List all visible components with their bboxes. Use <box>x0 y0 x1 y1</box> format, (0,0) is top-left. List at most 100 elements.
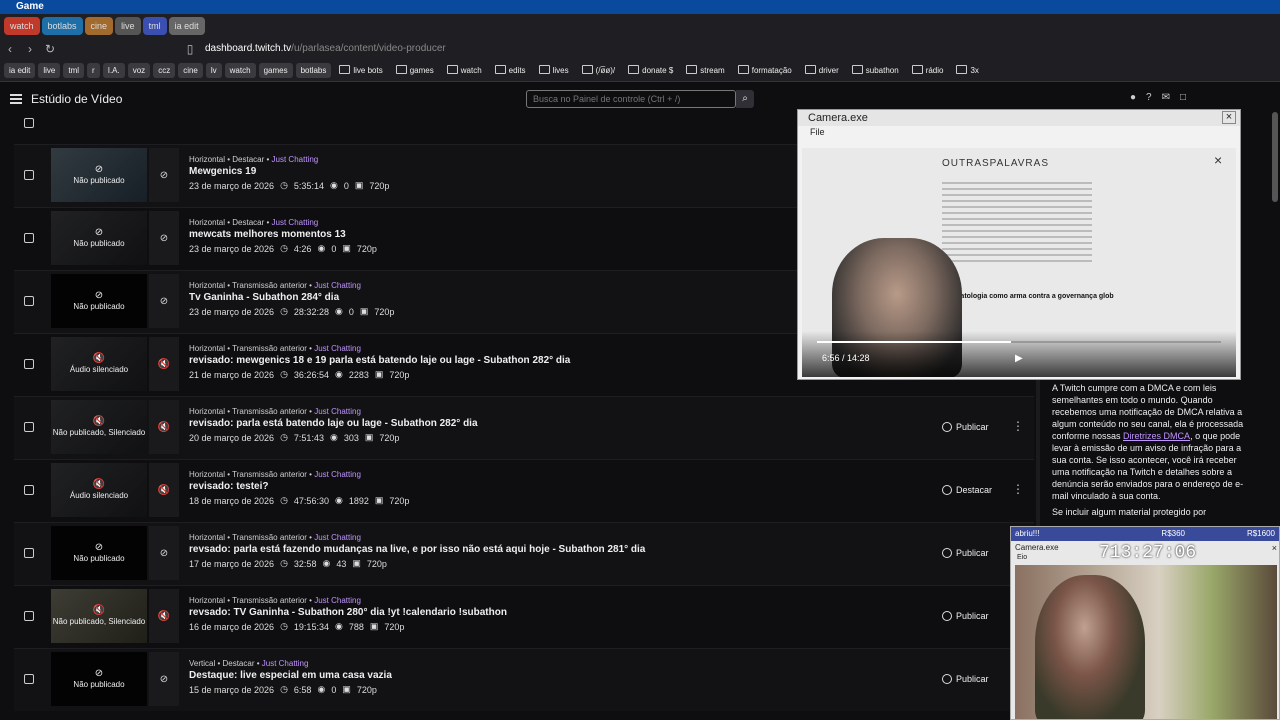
publicar-button[interactable]: Publicar <box>942 545 989 561</box>
row-checkbox[interactable] <box>24 233 34 243</box>
close-icon[interactable]: × <box>1222 111 1236 124</box>
close-icon[interactable]: × <box>1214 152 1222 168</box>
video-thumbnail[interactable]: 🔇 Áudio silenciado <box>51 337 147 391</box>
bookmark-19[interactable]: stream <box>681 63 729 78</box>
tab-4[interactable]: tml <box>142 17 167 35</box>
row-checkbox[interactable] <box>24 611 34 621</box>
close-icon[interactable]: × <box>1272 543 1277 553</box>
publicar-button[interactable]: Publicar <box>942 671 989 687</box>
select-all-checkbox[interactable] <box>24 118 34 128</box>
video-thumbnail[interactable]: ⊘ Não publicado <box>51 148 147 202</box>
bookmark-0[interactable]: ia edit <box>4 63 36 78</box>
bookmark-icon[interactable]: ▯ <box>180 42 200 56</box>
bookmark-11[interactable]: botlabs <box>295 63 332 78</box>
category-link[interactable]: Just Chatting <box>272 218 319 227</box>
video-title[interactable]: revisado: parla está batendo laje ou lag… <box>189 418 909 429</box>
publicar-button[interactable]: Publicar <box>942 419 989 435</box>
category-link[interactable]: Just Chatting <box>314 533 361 542</box>
camera2-menu[interactable]: Eio <box>1017 554 1027 561</box>
publicar-button[interactable]: Publicar <box>942 608 989 624</box>
video-thumbnail[interactable]: 🔇 Não publicado, Silenciado <box>51 400 147 454</box>
camera-window-2[interactable]: abriu!!! R$360 R$1600 Camera.exe × Eio 713… <box>1010 526 1280 720</box>
bookmark-12[interactable]: live bots <box>334 63 387 78</box>
table-row[interactable]: ⊘ Não publicado ⊘ Vertical • Destacar • Jus… <box>14 648 1034 711</box>
bookmark-21[interactable]: driver <box>800 63 844 78</box>
category-link[interactable]: Just Chatting <box>314 281 361 290</box>
help-icon[interactable]: ? <box>1146 92 1152 103</box>
tab-3[interactable]: live <box>115 17 141 35</box>
camera-window-1[interactable]: Camera.exe × File OUTRASPALAVRAS A escato… <box>797 109 1241 380</box>
table-row[interactable]: ⊘ Não publicado ⊘ Horizontal • Transmissão … <box>14 522 1034 585</box>
destacar-button[interactable]: Destacar <box>942 482 992 498</box>
row-checkbox[interactable] <box>24 548 34 558</box>
reload-icon[interactable]: ↻ <box>40 42 60 56</box>
video-thumbnail[interactable]: 🔇 Áudio silenciado <box>51 463 147 517</box>
mail-icon[interactable]: ✉ <box>1162 92 1170 103</box>
tab-1[interactable]: botlabs <box>41 17 83 35</box>
more-options-icon[interactable]: ⋮ <box>1012 482 1024 496</box>
bookmark-18[interactable]: donate $ <box>623 63 678 78</box>
bookmark-3[interactable]: r <box>87 63 100 78</box>
video-thumbnail[interactable]: ⊘ Não publicado <box>51 274 147 328</box>
dmca-link[interactable]: Diretrizes DMCA <box>1123 431 1190 441</box>
category-link[interactable]: Just Chatting <box>314 344 361 353</box>
video-thumbnail[interactable]: 🔇 Não publicado, Silenciado <box>51 589 147 643</box>
video-title[interactable]: revisado: testei? <box>189 481 909 492</box>
url-field[interactable]: dashboard.twitch.tv/u/parlasea/content/v… <box>205 41 825 57</box>
table-row[interactable]: 🔇 Não publicado, Silenciado 🔇 Horizontal • … <box>14 396 1034 459</box>
video-thumbnail[interactable]: ⊘ Não publicado <box>51 652 147 706</box>
category-link[interactable]: Just Chatting <box>314 470 361 479</box>
bookmark-17[interactable]: (/ø̅ø)/ <box>577 63 621 78</box>
bookmark-16[interactable]: lives <box>534 63 574 78</box>
forward-icon[interactable]: › <box>20 42 40 56</box>
bookmark-6[interactable]: ccz <box>153 63 176 78</box>
play-icon[interactable]: ▶ <box>1015 353 1023 364</box>
video-title[interactable]: revsado: TV Ganinha - Subathon 280° dia … <box>189 607 909 618</box>
camera-menu-file[interactable]: File <box>798 126 1240 138</box>
bookmark-10[interactable]: games <box>258 63 293 78</box>
category-link[interactable]: Just Chatting <box>272 155 319 164</box>
table-row[interactable]: 🔇 Áudio silenciado 🔇 Horizontal • Transmiss… <box>14 459 1034 522</box>
bookmark-14[interactable]: watch <box>442 63 487 78</box>
tab-5[interactable]: ia edit <box>168 17 205 35</box>
more-options-icon[interactable]: ⋮ <box>1012 419 1024 433</box>
video-title[interactable]: revsado: parla está fazendo mudanças na … <box>189 544 909 555</box>
row-checkbox[interactable] <box>24 674 34 684</box>
camera-window-titlebar[interactable]: Camera.exe × <box>798 110 1240 126</box>
menu-square-icon[interactable]: □ <box>1180 92 1186 103</box>
bookmark-7[interactable]: cine <box>178 63 203 78</box>
video-thumbnail[interactable]: ⊘ Não publicado <box>51 526 147 580</box>
search-icon[interactable]: ⌕ <box>736 90 754 108</box>
category-link[interactable]: Just Chatting <box>314 596 361 605</box>
back-icon[interactable]: ‹ <box>0 42 20 56</box>
bookmark-20[interactable]: formatação <box>733 63 797 78</box>
bookmark-23[interactable]: rádio <box>907 63 949 78</box>
bookmark-22[interactable]: subathon <box>847 63 904 78</box>
menu-icon[interactable] <box>10 94 22 104</box>
bookmark-13[interactable]: games <box>391 63 439 78</box>
row-checkbox[interactable] <box>24 422 34 432</box>
bookmark-15[interactable]: edits <box>490 63 531 78</box>
video-thumbnail[interactable]: ⊘ Não publicado <box>51 211 147 265</box>
category-link[interactable]: Just Chatting <box>314 407 361 416</box>
bookmark-2[interactable]: tml <box>63 63 85 78</box>
bookmark-9[interactable]: watch <box>224 63 256 78</box>
progress-bar[interactable] <box>817 341 1221 343</box>
tab-2[interactable]: cine <box>84 17 114 35</box>
bookmark-1[interactable]: live <box>38 63 61 78</box>
table-row[interactable]: 🔇 Não publicado, Silenciado 🔇 Horizontal • … <box>14 585 1034 648</box>
category-link[interactable]: Just Chatting <box>262 659 309 668</box>
page-scrollbar[interactable] <box>1272 112 1278 202</box>
bookmark-4[interactable]: I.A. <box>102 63 125 78</box>
tab-0[interactable]: watch <box>4 17 40 35</box>
row-checkbox[interactable] <box>24 485 34 495</box>
search-input[interactable] <box>526 90 736 108</box>
bookmark-24[interactable]: 3x <box>951 63 983 78</box>
row-checkbox[interactable] <box>24 296 34 306</box>
bookmark-5[interactable]: voz <box>127 63 151 78</box>
video-title[interactable]: Destaque: live especial em uma casa vazi… <box>189 670 909 681</box>
notifications-icon[interactable]: ● <box>1130 92 1136 103</box>
row-checkbox[interactable] <box>24 170 34 180</box>
row-checkbox[interactable] <box>24 359 34 369</box>
bookmark-8[interactable]: lv <box>205 63 222 78</box>
